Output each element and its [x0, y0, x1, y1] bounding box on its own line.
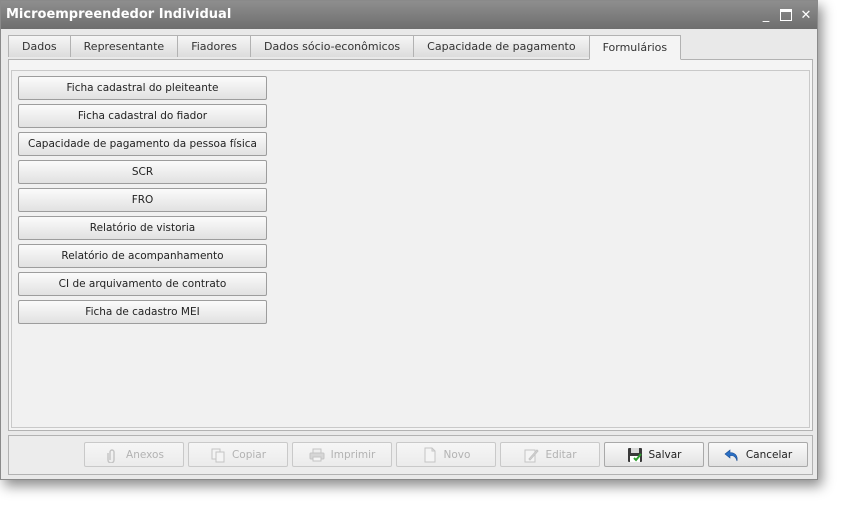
imprimir-button[interactable]: Imprimir [292, 442, 392, 467]
window-title: Microempreendedor Individual [6, 7, 232, 22]
tab-dados[interactable]: Dados [8, 35, 71, 57]
copiar-button[interactable]: Copiar [188, 442, 288, 467]
tab-panel: Ficha cadastral do pleiteante Ficha cada… [8, 59, 813, 431]
form-button-scr[interactable]: SCR [18, 160, 267, 184]
novo-label: Novo [443, 448, 471, 461]
minimize-button[interactable]: _ [757, 5, 775, 25]
form-button-relatorio-acompanhamento[interactable]: Relatório de acompanhamento [18, 244, 267, 268]
maximize-button[interactable] [777, 5, 795, 25]
form-button-ci-arquivamento[interactable]: CI de arquivamento de contrato [18, 272, 267, 296]
tab-formularios[interactable]: Formulários [588, 35, 682, 60]
paperclip-icon [107, 448, 115, 463]
editar-label: Editar [545, 448, 577, 461]
novo-button[interactable]: Novo [396, 442, 496, 467]
copy-icon [211, 448, 225, 462]
tab-capacidade-de-pagamento[interactable]: Capacidade de pagamento [413, 35, 590, 57]
copiar-label: Copiar [231, 448, 267, 461]
title-bar: Microempreendedor Individual _ ✕ [1, 1, 817, 29]
cancelar-label: Cancelar [745, 448, 793, 461]
salvar-button[interactable]: Salvar [604, 442, 704, 467]
printer-icon [309, 448, 325, 461]
tab-bar: Dados Representante Fiadores Dados sócio… [8, 35, 682, 60]
editar-button[interactable]: Editar [500, 442, 600, 467]
form-button-capacidade-pagamento[interactable]: Capacidade de pagamento da pessoa física [18, 132, 267, 156]
window-controls: _ ✕ [757, 1, 817, 29]
app-window: Microempreendedor Individual _ ✕ Dados R… [0, 0, 818, 480]
tab-representante[interactable]: Representante [69, 35, 179, 57]
undo-icon [724, 448, 738, 461]
pencil-icon [524, 448, 540, 462]
maximize-icon [780, 9, 792, 21]
imprimir-label: Imprimir [330, 448, 376, 461]
new-document-icon [424, 447, 436, 462]
form-button-ficha-cadastral-fiador[interactable]: Ficha cadastral do fiador [18, 104, 267, 128]
tab-fiadores[interactable]: Fiadores [177, 35, 252, 57]
action-bar: Anexos Copiar Imprimir Novo Editar Salva… [8, 435, 813, 475]
tab-dados-socio-economicos[interactable]: Dados sócio-econômicos [250, 35, 415, 57]
save-icon [627, 447, 642, 462]
cancelar-button[interactable]: Cancelar [708, 442, 808, 467]
forms-list: Ficha cadastral do pleiteante Ficha cada… [11, 70, 810, 428]
close-button[interactable]: ✕ [797, 5, 815, 25]
form-button-ficha-cadastro-mei[interactable]: Ficha de cadastro MEI [18, 300, 267, 324]
salvar-label: Salvar [648, 448, 682, 461]
anexos-label: Anexos [126, 448, 164, 461]
form-button-relatorio-vistoria[interactable]: Relatório de vistoria [18, 216, 267, 240]
form-button-fro[interactable]: FRO [18, 188, 267, 212]
anexos-button[interactable]: Anexos [84, 442, 184, 467]
form-button-ficha-cadastral-pleiteante[interactable]: Ficha cadastral do pleiteante [18, 76, 267, 100]
